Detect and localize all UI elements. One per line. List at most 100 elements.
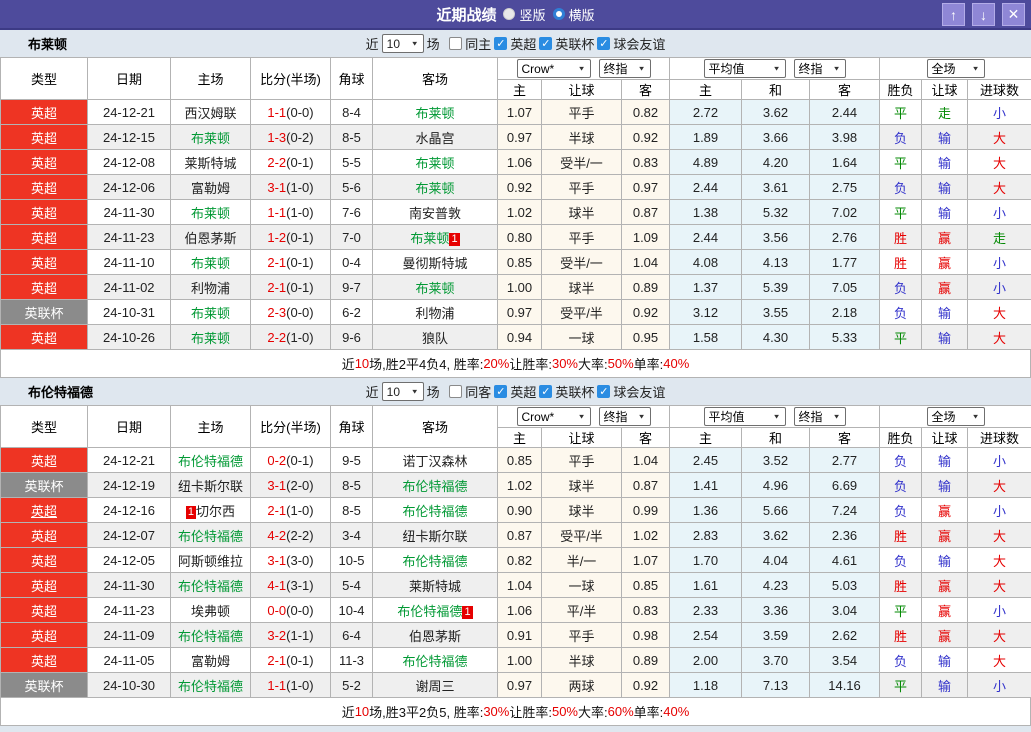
league-type-cell[interactable]: 英超: [0, 324, 88, 350]
league-type-cell[interactable]: 英联杯: [0, 472, 88, 498]
handicap-result-cell: 输: [921, 672, 969, 698]
league-type-cell[interactable]: 英联杯: [0, 299, 88, 325]
league-type-cell[interactable]: 英联杯: [0, 672, 88, 698]
league-checkbox[interactable]: ✓: [494, 37, 508, 50]
close-button[interactable]: ✕: [1002, 3, 1025, 26]
average-stage-select[interactable]: 终指 ▼: [793, 59, 846, 78]
away-team-cell[interactable]: 布伦特福德 1: [372, 597, 498, 623]
odds-provider-select[interactable]: Crow* ▼: [516, 407, 591, 426]
away-team-cell[interactable]: 布莱顿 1: [372, 224, 498, 250]
home-team-cell[interactable]: 布伦特福德: [170, 672, 251, 698]
away-team-cell[interactable]: 布伦特福德: [372, 472, 498, 498]
away-team-cell[interactable]: 纽卡斯尔联: [372, 522, 498, 548]
vertical-layout-option[interactable]: 竖版: [503, 5, 546, 24]
home-team-cell[interactable]: 布莱顿: [170, 299, 251, 325]
vertical-radio-icon[interactable]: [503, 8, 516, 20]
league-type-cell[interactable]: 英超: [0, 124, 88, 150]
goals-result-cell: 大: [967, 647, 1031, 673]
league-checkbox[interactable]: ✓: [539, 37, 553, 50]
result-label: 胜: [894, 528, 908, 544]
league-type-cell[interactable]: 英超: [0, 447, 88, 473]
home-team-cell[interactable]: 莱斯特城: [170, 149, 251, 175]
league-type-label: 英超: [30, 130, 57, 146]
home-team-cell[interactable]: 布伦特福德: [170, 522, 251, 548]
away-team-cell[interactable]: 南安普敦: [372, 199, 498, 225]
handicap-cell: 半球: [541, 124, 622, 150]
away-team-cell[interactable]: 谢周三: [372, 672, 498, 698]
away-team-cell[interactable]: 布莱顿: [372, 174, 498, 200]
fulltime-score: 1-3: [267, 129, 287, 145]
handicap-result-cell: 赢: [921, 497, 969, 523]
league-type-cell[interactable]: 英超: [0, 174, 88, 200]
league-type-cell[interactable]: 英超: [0, 647, 88, 673]
home-team-cell[interactable]: 布莱顿: [170, 249, 251, 275]
league-type-cell[interactable]: 英超: [0, 249, 88, 275]
home-team-cell[interactable]: 布伦特福德: [170, 622, 251, 648]
away-team-cell[interactable]: 布莱顿: [372, 99, 498, 125]
league-type-cell[interactable]: 英超: [0, 572, 88, 598]
league-type-cell[interactable]: 英超: [0, 224, 88, 250]
home-team-cell[interactable]: 阿斯顿维拉: [170, 547, 251, 573]
league-checkbox[interactable]: ✓: [597, 37, 611, 50]
away-team-cell[interactable]: 布莱顿: [372, 149, 498, 175]
same-venue-checkbox[interactable]: [449, 385, 463, 398]
league-type-cell[interactable]: 英超: [0, 274, 88, 300]
home-team-cell[interactable]: 布莱顿: [170, 199, 251, 225]
away-team-cell[interactable]: 伯恩茅斯: [372, 622, 498, 648]
home-team-cell[interactable]: 纽卡斯尔联: [170, 472, 251, 498]
horizontal-radio-icon[interactable]: [552, 8, 565, 20]
home-team-cell[interactable]: 伯恩茅斯: [170, 224, 251, 250]
league-type-cell[interactable]: 英超: [0, 99, 88, 125]
scope-select[interactable]: 全场 ▼: [926, 407, 985, 426]
corner-cell: 8-5: [330, 497, 373, 523]
away-team-cell[interactable]: 诺丁汉森林: [372, 447, 498, 473]
home-team-cell[interactable]: 富勒姆: [170, 647, 251, 673]
league-checkbox[interactable]: ✓: [597, 385, 611, 398]
away-team-cell[interactable]: 水晶宫: [372, 124, 498, 150]
average-select[interactable]: 平均值 ▼: [703, 59, 786, 78]
league-type-cell[interactable]: 英超: [0, 149, 88, 175]
away-team-cell[interactable]: 布伦特福德: [372, 547, 498, 573]
match-count-select[interactable]: 10 ▼: [381, 34, 424, 53]
home-team-cell[interactable]: 1 切尔西: [170, 497, 251, 523]
home-team-cell[interactable]: 富勒姆: [170, 174, 251, 200]
home-team-cell[interactable]: 利物浦: [170, 274, 251, 300]
move-up-button[interactable]: ↑: [942, 3, 965, 26]
home-team-cell[interactable]: 西汉姆联: [170, 99, 251, 125]
match-count-select[interactable]: 10 ▼: [381, 382, 424, 401]
league-checkbox[interactable]: ✓: [494, 385, 508, 398]
halftime-score: (3-1): [286, 577, 314, 593]
away-team-cell[interactable]: 莱斯特城: [372, 572, 498, 598]
away-team-cell[interactable]: 布伦特福德: [372, 647, 498, 673]
home-team-cell[interactable]: 布伦特福德: [170, 447, 251, 473]
odds-stage-select[interactable]: 终指 ▼: [598, 407, 651, 426]
result-cell: 平: [879, 99, 923, 125]
away-team-cell[interactable]: 利物浦: [372, 299, 498, 325]
average-stage-select[interactable]: 终指 ▼: [793, 407, 846, 426]
same-venue-checkbox[interactable]: [449, 37, 463, 50]
home-team-cell[interactable]: 布莱顿: [170, 124, 251, 150]
league-type-cell[interactable]: 英超: [0, 497, 88, 523]
scope-select[interactable]: 全场 ▼: [926, 59, 985, 78]
match-row: 英超 24-11-23 埃弗顿 0-0(0-0) 10-4 布伦特福德 1 1.06 平/半 0.…: [0, 597, 1031, 623]
home-team-cell[interactable]: 布伦特福德: [170, 572, 251, 598]
horizontal-layout-option[interactable]: 横版: [552, 5, 595, 24]
league-type-cell[interactable]: 英超: [0, 199, 88, 225]
away-team-cell[interactable]: 布伦特福德: [372, 497, 498, 523]
league-type-cell[interactable]: 英超: [0, 547, 88, 573]
odds-stage-select[interactable]: 终指 ▼: [598, 59, 651, 78]
team-link: 利物浦: [190, 280, 230, 296]
home-team-cell[interactable]: 埃弗顿: [170, 597, 251, 623]
league-type-cell[interactable]: 英超: [0, 597, 88, 623]
away-team-cell[interactable]: 狼队: [372, 324, 498, 350]
home-team-cell[interactable]: 布莱顿: [170, 324, 251, 350]
league-checkbox[interactable]: ✓: [539, 385, 553, 398]
league-type-cell[interactable]: 英超: [0, 522, 88, 548]
average-select[interactable]: 平均值 ▼: [703, 407, 786, 426]
away-team-cell[interactable]: 曼彻斯特城: [372, 249, 498, 275]
away-team-cell[interactable]: 布莱顿: [372, 274, 498, 300]
odds-provider-select[interactable]: Crow* ▼: [516, 59, 591, 78]
move-down-button[interactable]: ↓: [972, 3, 995, 26]
result-cell: 平: [879, 597, 923, 623]
league-type-cell[interactable]: 英超: [0, 622, 88, 648]
